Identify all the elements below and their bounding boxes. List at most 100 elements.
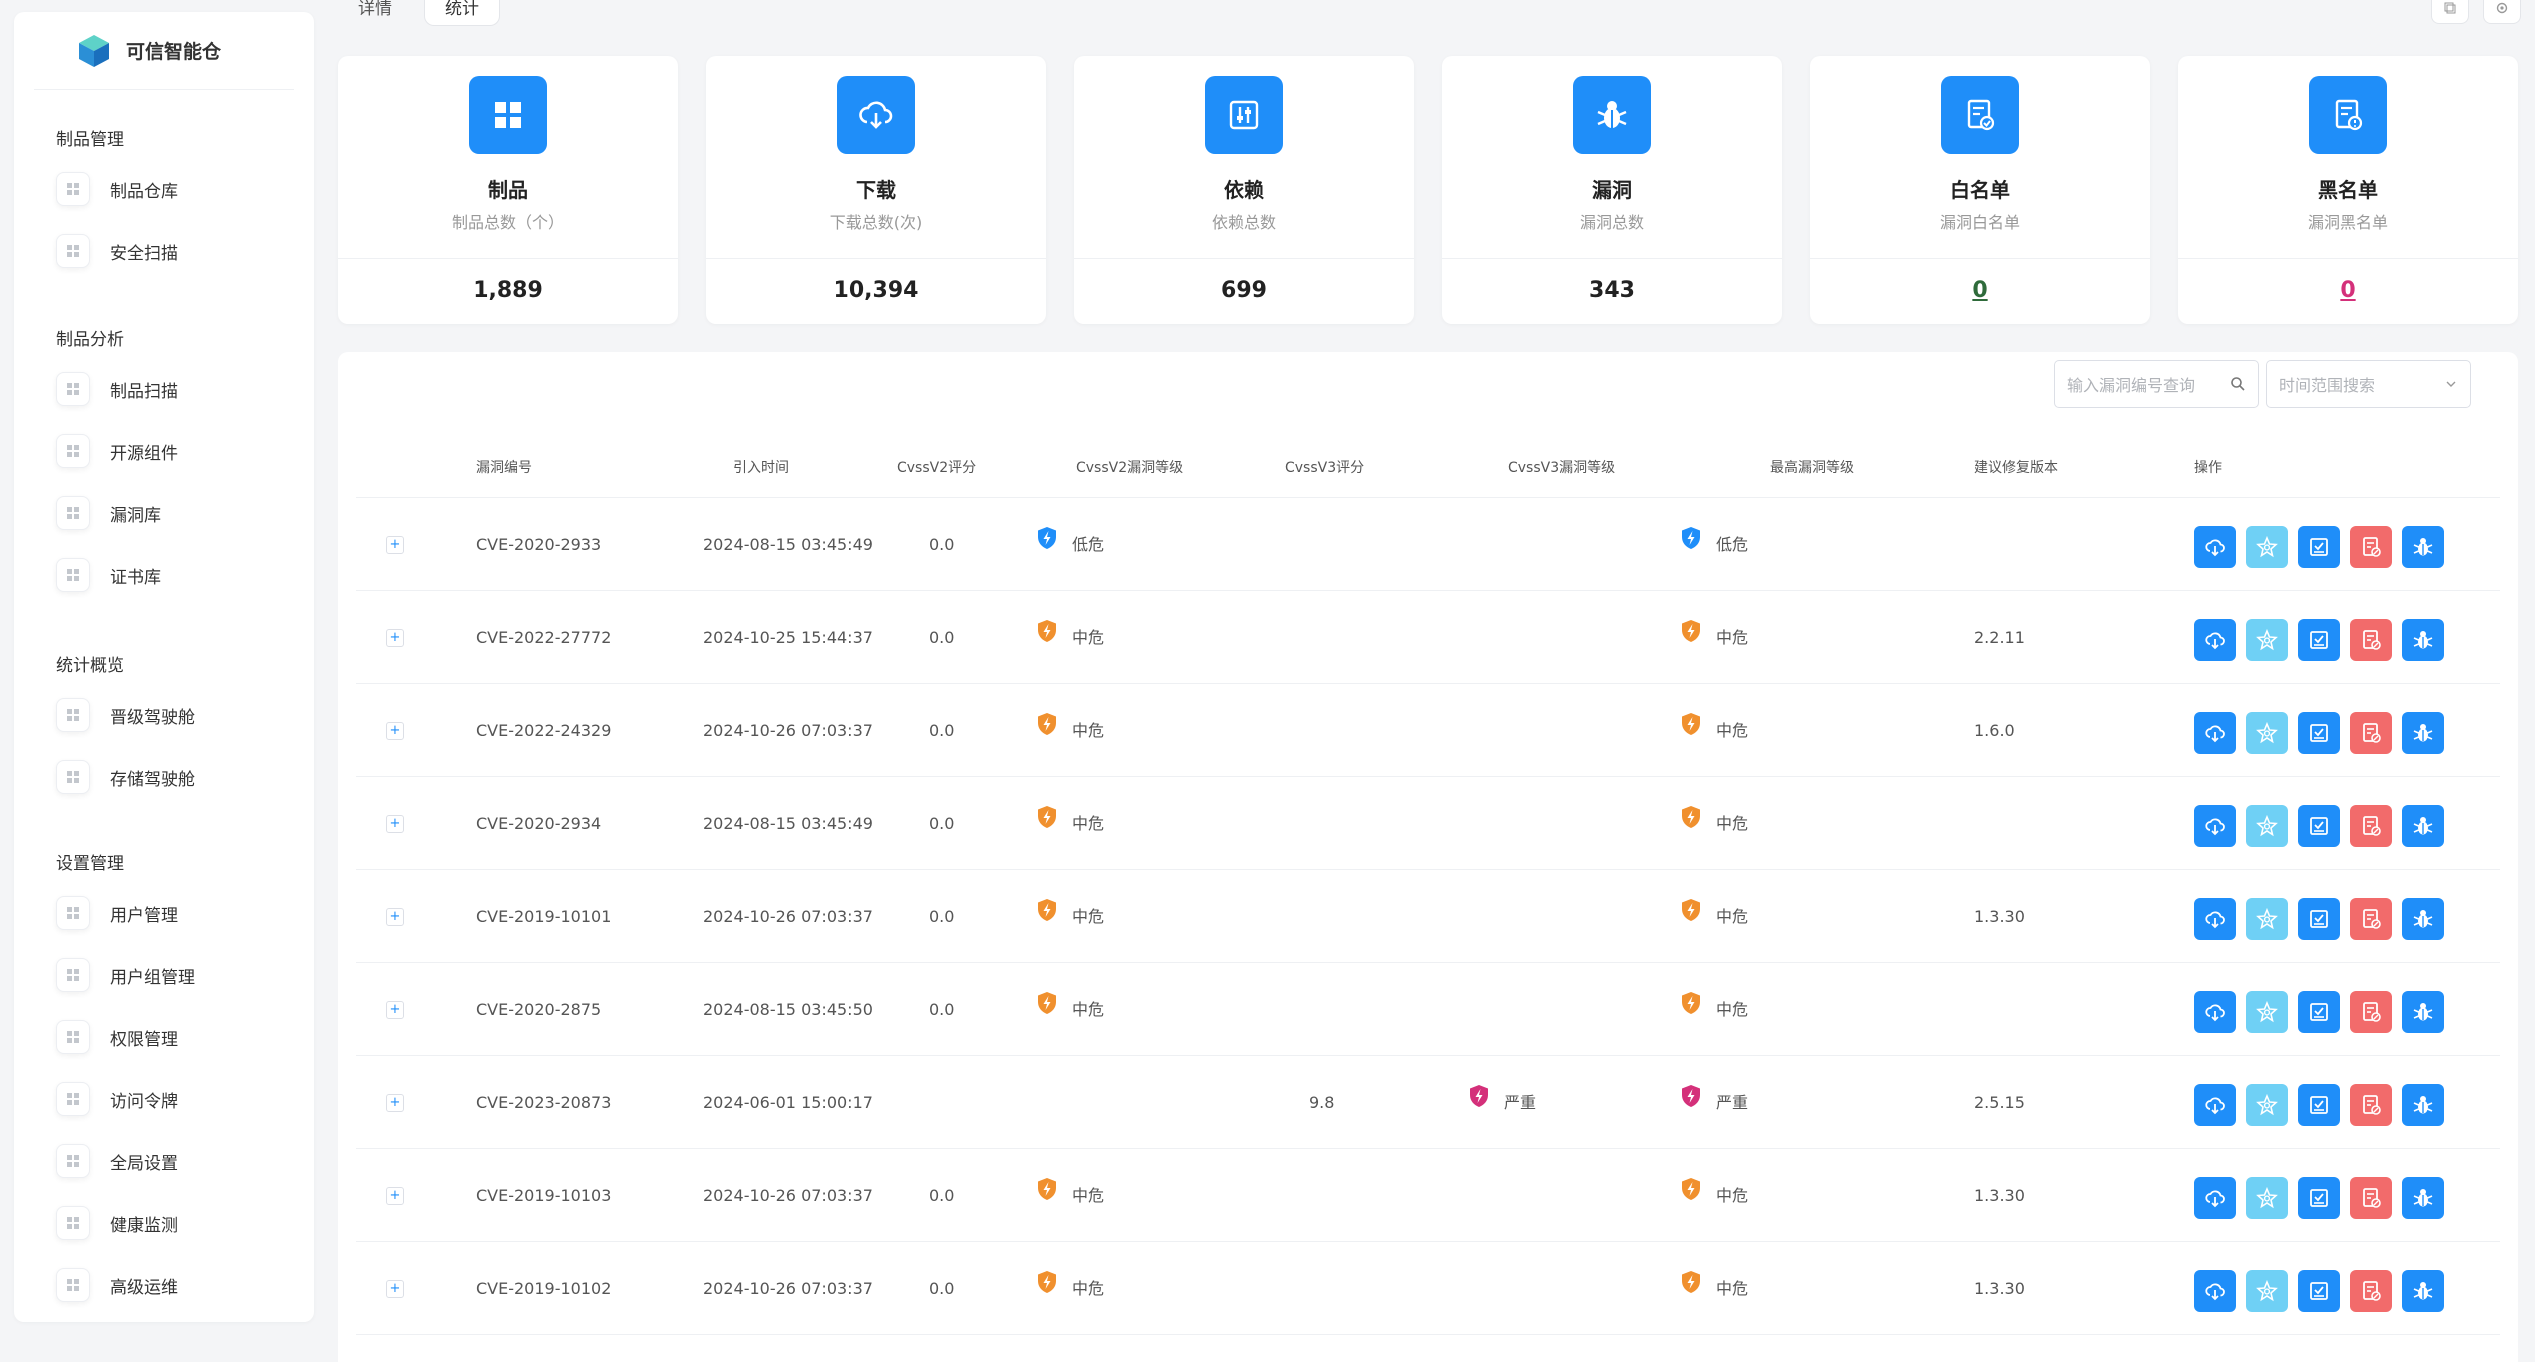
sidebar-item[interactable]: 用户管理 xyxy=(14,882,314,944)
download-button[interactable] xyxy=(2194,1177,2236,1219)
stat-card: 下载 下载总数(次) 10,394 xyxy=(706,56,1046,324)
expand-row-button[interactable]: + xyxy=(386,1187,404,1205)
expand-row-button[interactable]: + xyxy=(386,1280,404,1298)
sidebar-item[interactable]: 存储驾驶舱 xyxy=(14,746,314,808)
blacklist-button[interactable] xyxy=(2350,526,2392,568)
date-range-picker[interactable]: 时间范围搜索 xyxy=(2266,360,2471,408)
blacklist-button[interactable] xyxy=(2350,1270,2392,1312)
max-severity-level: 中危 xyxy=(1680,1149,1748,1242)
vulnerability-detail-button[interactable] xyxy=(2402,526,2444,568)
expand-row-button[interactable]: + xyxy=(386,722,404,740)
whitelist-button[interactable] xyxy=(2298,1177,2340,1219)
expand-row-button[interactable]: + xyxy=(386,536,404,554)
sidebar-item[interactable]: 全局设置 xyxy=(14,1130,314,1192)
download-button[interactable] xyxy=(2194,526,2236,568)
severity-label: 中危 xyxy=(1072,1186,1105,1205)
sidebar-item[interactable]: 权限管理 xyxy=(14,1006,314,1068)
whitelist-button[interactable] xyxy=(2298,1084,2340,1126)
stat-card-subtitle: 漏洞黑名单 xyxy=(2307,213,2388,232)
sidebar-item[interactable]: 制品仓库 xyxy=(14,158,314,220)
whitelist-button[interactable] xyxy=(2298,898,2340,940)
tab-details[interactable]: 详情 xyxy=(338,0,412,26)
download-button[interactable] xyxy=(2194,898,2236,940)
nav-group-title: 设置管理 xyxy=(56,854,124,874)
brand-name: 可信智能仓 xyxy=(126,41,222,63)
brand[interactable]: 可信智能仓 xyxy=(34,12,294,90)
sidebar-item[interactable]: 开源组件 xyxy=(14,420,314,482)
vulnerability-detail-button[interactable] xyxy=(2402,712,2444,754)
favorite-button[interactable] xyxy=(2246,898,2288,940)
vulnerability-detail-button[interactable] xyxy=(2402,1084,2444,1126)
vulnerability-detail-button[interactable] xyxy=(2402,619,2444,661)
introduced-time: 2024-10-25 15:44:37 xyxy=(703,628,873,647)
divider xyxy=(338,258,678,259)
severity-label: 中危 xyxy=(1716,907,1749,926)
download-button[interactable] xyxy=(2194,1270,2236,1312)
expand-row-button[interactable]: + xyxy=(386,1001,404,1019)
blacklist-button[interactable] xyxy=(2350,619,2392,661)
severity-label: 中危 xyxy=(1072,1279,1105,1298)
stat-card-value[interactable]: 0 xyxy=(2178,278,2518,303)
tab-statistics[interactable]: 统计 xyxy=(424,0,500,26)
vulnerability-detail-button[interactable] xyxy=(2402,805,2444,847)
copy-icon[interactable] xyxy=(2431,0,2469,24)
sidebar-item[interactable]: 制品扫描 xyxy=(14,358,314,420)
vulnerability-detail-button[interactable] xyxy=(2402,1270,2444,1312)
expand-row-button[interactable]: + xyxy=(386,629,404,647)
shield-icon xyxy=(1036,963,1058,1056)
shield-icon xyxy=(1680,684,1702,777)
favorite-button[interactable] xyxy=(2246,712,2288,754)
favorite-button[interactable] xyxy=(2246,1084,2288,1126)
download-button[interactable] xyxy=(2194,991,2236,1033)
download-button[interactable] xyxy=(2194,712,2236,754)
nav-group: 制品分析 制品扫描 开源组件 漏洞库 证书库 xyxy=(14,322,314,606)
sidebar-item[interactable]: 安全扫描 xyxy=(14,220,314,282)
blacklist-button[interactable] xyxy=(2350,1084,2392,1126)
cloud-download-icon xyxy=(2204,1001,2226,1023)
whitelist-button[interactable] xyxy=(2298,619,2340,661)
severity-label: 低危 xyxy=(1072,535,1105,554)
blacklist-button[interactable] xyxy=(2350,1177,2392,1219)
download-button[interactable] xyxy=(2194,1084,2236,1126)
expand-row-button[interactable]: + xyxy=(386,1094,404,1112)
star-icon xyxy=(2256,536,2278,558)
sidebar-item[interactable]: 高级运维 xyxy=(14,1254,314,1316)
whitelist-button[interactable] xyxy=(2298,805,2340,847)
cvss-v2-level: 中危 xyxy=(1036,1149,1104,1242)
sidebar-item[interactable]: 健康监测 xyxy=(14,1192,314,1254)
shield-icon xyxy=(1680,498,1702,591)
table-row: + CVE-2022-27772 2024-10-25 15:44:37 0.0 中危 中… xyxy=(356,591,2500,684)
stat-card-value[interactable]: 0 xyxy=(1810,278,2150,303)
favorite-button[interactable] xyxy=(2246,1177,2288,1219)
whitelist-button[interactable] xyxy=(2298,991,2340,1033)
sidebar-item[interactable]: 晋级驾驶舱 xyxy=(14,684,314,746)
favorite-button[interactable] xyxy=(2246,526,2288,568)
sidebar-item[interactable]: 访问令牌 xyxy=(14,1068,314,1130)
download-button[interactable] xyxy=(2194,619,2236,661)
whitelist-button[interactable] xyxy=(2298,1270,2340,1312)
checklist-icon xyxy=(2308,722,2330,744)
sidebar-item[interactable]: 用户组管理 xyxy=(14,944,314,1006)
download-button[interactable] xyxy=(2194,805,2236,847)
vulnerability-detail-button[interactable] xyxy=(2402,991,2444,1033)
gear-icon[interactable] xyxy=(2483,0,2521,24)
vulnerability-detail-button[interactable] xyxy=(2402,898,2444,940)
favorite-button[interactable] xyxy=(2246,991,2288,1033)
whitelist-button[interactable] xyxy=(2298,712,2340,754)
blacklist-button[interactable] xyxy=(2350,805,2392,847)
vulnerability-search-input[interactable]: 输入漏洞编号查询 xyxy=(2054,360,2259,408)
favorite-button[interactable] xyxy=(2246,1270,2288,1312)
expand-row-button[interactable]: + xyxy=(386,815,404,833)
blacklist-button[interactable] xyxy=(2350,898,2392,940)
sidebar-item[interactable]: 漏洞库 xyxy=(14,482,314,544)
blacklist-button[interactable] xyxy=(2350,991,2392,1033)
vulnerability-detail-button[interactable] xyxy=(2402,1177,2444,1219)
favorite-button[interactable] xyxy=(2246,619,2288,661)
shield-icon xyxy=(1036,1149,1058,1242)
blacklist-button[interactable] xyxy=(2350,712,2392,754)
favorite-button[interactable] xyxy=(2246,805,2288,847)
sidebar-item[interactable]: 证书库 xyxy=(14,544,314,606)
expand-row-button[interactable]: + xyxy=(386,908,404,926)
whitelist-icon xyxy=(1941,76,2019,154)
whitelist-button[interactable] xyxy=(2298,526,2340,568)
